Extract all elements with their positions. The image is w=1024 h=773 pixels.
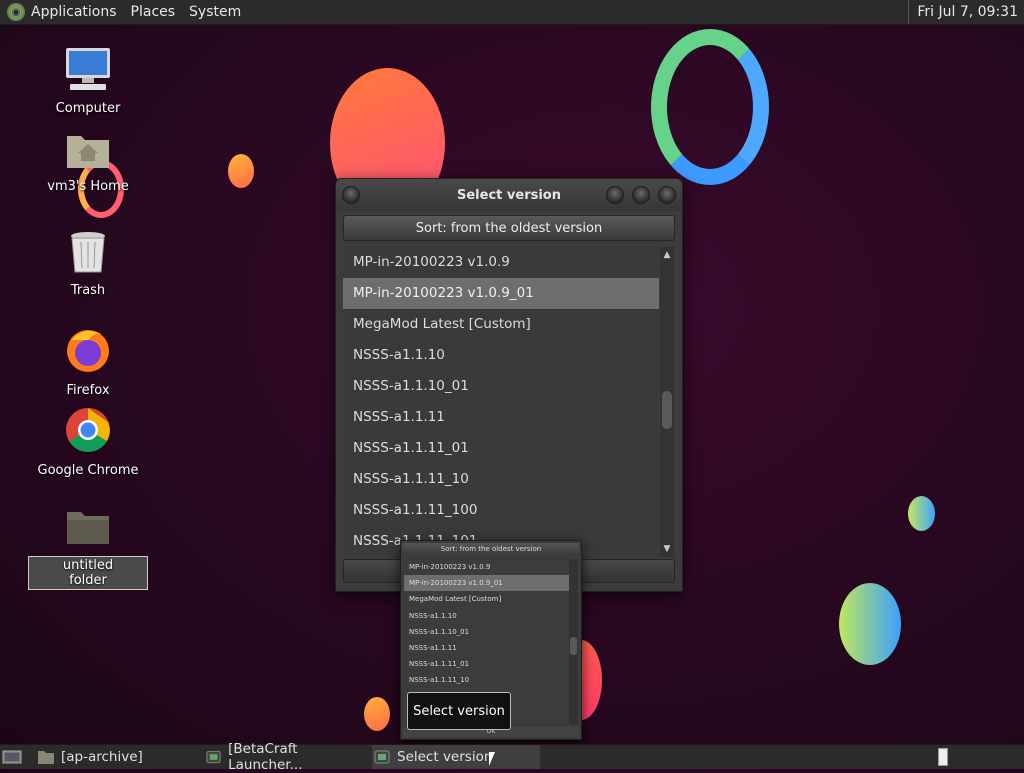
preview-list-item-selected: MP-in-20100223 v1.0.9_01 [404, 575, 569, 592]
bottom-taskbar: [ap-archive] [BetaCraft Launcher... Sele… [0, 741, 1024, 773]
preview-scrollbar [569, 559, 578, 725]
minimize-button[interactable] [606, 186, 624, 204]
taskbar-item-label: [ap-archive] [61, 749, 143, 765]
dialog-title: Select version [457, 187, 561, 203]
list-scrollbar[interactable]: ▲ ▼ [660, 247, 674, 557]
preview-list-item: NSSS-a1.1.11 [409, 643, 457, 652]
scroll-up-icon[interactable]: ▲ [660, 249, 674, 261]
maximize-button[interactable] [632, 186, 650, 204]
list-item[interactable]: MegaMod Latest [Custom] [343, 309, 659, 340]
computer-icon [66, 48, 110, 90]
desktop-label: Computer [55, 101, 121, 116]
taskbar-item-label: Select version [397, 749, 493, 765]
desktop-icon-computer[interactable]: Computer [28, 46, 148, 117]
taskbar-item-label: [BetaCraft Launcher... [228, 741, 303, 773]
preview-tooltip: Select version [407, 692, 511, 730]
wallpaper-small-blob [228, 154, 254, 188]
desktop-label: Firefox [66, 383, 110, 398]
version-list[interactable]: MP-in-20100223 v1.0.9 MP-in-20100223 v1.… [343, 247, 659, 557]
desktop-icon-untitled-folder[interactable]: untitled folder [28, 508, 148, 590]
workspace-indicator[interactable] [938, 748, 948, 766]
wallpaper-orange-small [364, 697, 390, 731]
show-desktop-button[interactable] [2, 745, 26, 769]
desktop-label: vm3's Home [47, 179, 129, 194]
desktop-icon-home[interactable]: vm3's Home [28, 130, 148, 195]
mouse-cursor-icon [489, 752, 495, 766]
folder-icon [67, 512, 109, 544]
home-folder-icon [67, 136, 109, 168]
list-item[interactable]: NSSS-a1.1.11 [343, 402, 659, 433]
wallpaper-green-oval [839, 583, 901, 665]
java-icon [374, 750, 390, 764]
trash-icon [71, 232, 105, 273]
preview-list-item: NSSS-a1.1.10_01 [409, 627, 470, 636]
window-menu-button[interactable] [342, 186, 360, 204]
wallpaper-green-blob [908, 496, 935, 531]
chrome-icon [66, 408, 110, 452]
close-button[interactable] [658, 186, 676, 204]
desktop-label-selected: untitled folder [28, 556, 148, 590]
taskbar-item-betacraft[interactable]: [BetaCraft Launcher... [206, 741, 368, 773]
wallpaper-ring [651, 29, 769, 185]
preview-list-item: NSSS-a1.1.11_01 [409, 660, 470, 669]
desktop-icon-chrome[interactable]: Google Chrome [28, 406, 148, 479]
desktop-label: Trash [70, 283, 106, 298]
list-item[interactable]: NSSS-a1.1.10_01 [343, 371, 659, 402]
list-item[interactable]: NSSS-a1.1.10 [343, 340, 659, 371]
dialog-titlebar[interactable]: Select version [336, 179, 682, 211]
scroll-down-icon[interactable]: ▼ [660, 543, 674, 555]
menu-places[interactable]: Places [131, 4, 176, 20]
workspace-switcher[interactable] [938, 745, 958, 769]
select-version-dialog: Select version Sort: from the oldest ver… [335, 178, 683, 592]
list-item[interactable]: NSSS-a1.1.11_10 [343, 464, 659, 495]
desktop-icon-firefox[interactable]: Firefox [28, 326, 148, 399]
desktop-label: Google Chrome [37, 463, 139, 478]
main-menu-logo-icon[interactable]: ◉ [7, 3, 25, 21]
preview-list-item: MegaMod Latest [Custom] [409, 595, 502, 604]
sort-button[interactable]: Sort: from the oldest version [343, 215, 675, 241]
folder-icon [38, 751, 54, 764]
preview-sort-button: Sort: from the oldest version [403, 543, 579, 555]
clock[interactable]: Fri Jul 7, 09:31 [908, 0, 1018, 24]
list-item-selected[interactable]: MP-in-20100223 v1.0.9_01 [343, 278, 659, 309]
taskbar-item-select-version[interactable]: Select version [372, 745, 540, 769]
list-item[interactable]: NSSS-a1.1.11_100 [343, 495, 659, 526]
show-desktop-icon [2, 750, 22, 764]
preview-list-item: NSSS-a1.1.11_10 [409, 676, 470, 685]
preview-list-item: MP-in-20100223 v1.0.9 [409, 563, 491, 571]
firefox-icon [67, 330, 109, 372]
top-panel: ◉ Applications Places System Fri Jul 7, … [0, 0, 1024, 25]
java-icon [206, 750, 221, 764]
list-item[interactable]: NSSS-a1.1.11_01 [343, 433, 659, 464]
preview-scroll-thumb [570, 637, 577, 655]
menu-applications[interactable]: Applications [31, 4, 117, 20]
list-item[interactable]: MP-in-20100223 v1.0.9 [343, 247, 659, 278]
menu-system[interactable]: System [189, 4, 241, 20]
desktop-icon-trash[interactable]: Trash [28, 230, 148, 299]
preview-list-item: NSSS-a1.1.10 [409, 611, 457, 620]
taskbar-item-ap-archive[interactable]: [ap-archive] [38, 745, 198, 769]
scroll-thumb[interactable] [662, 391, 672, 429]
